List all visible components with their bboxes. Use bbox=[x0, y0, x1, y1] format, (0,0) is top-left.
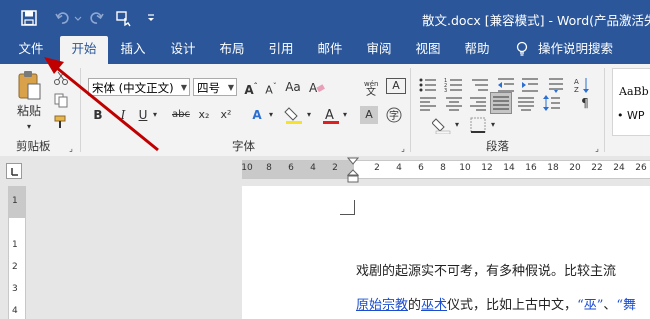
annotation-arrow bbox=[44, 57, 159, 152]
word-window: 散文.docx [兼容模式] - Word(产品激活失败 文件 开始 插入 设计… bbox=[0, 0, 650, 319]
